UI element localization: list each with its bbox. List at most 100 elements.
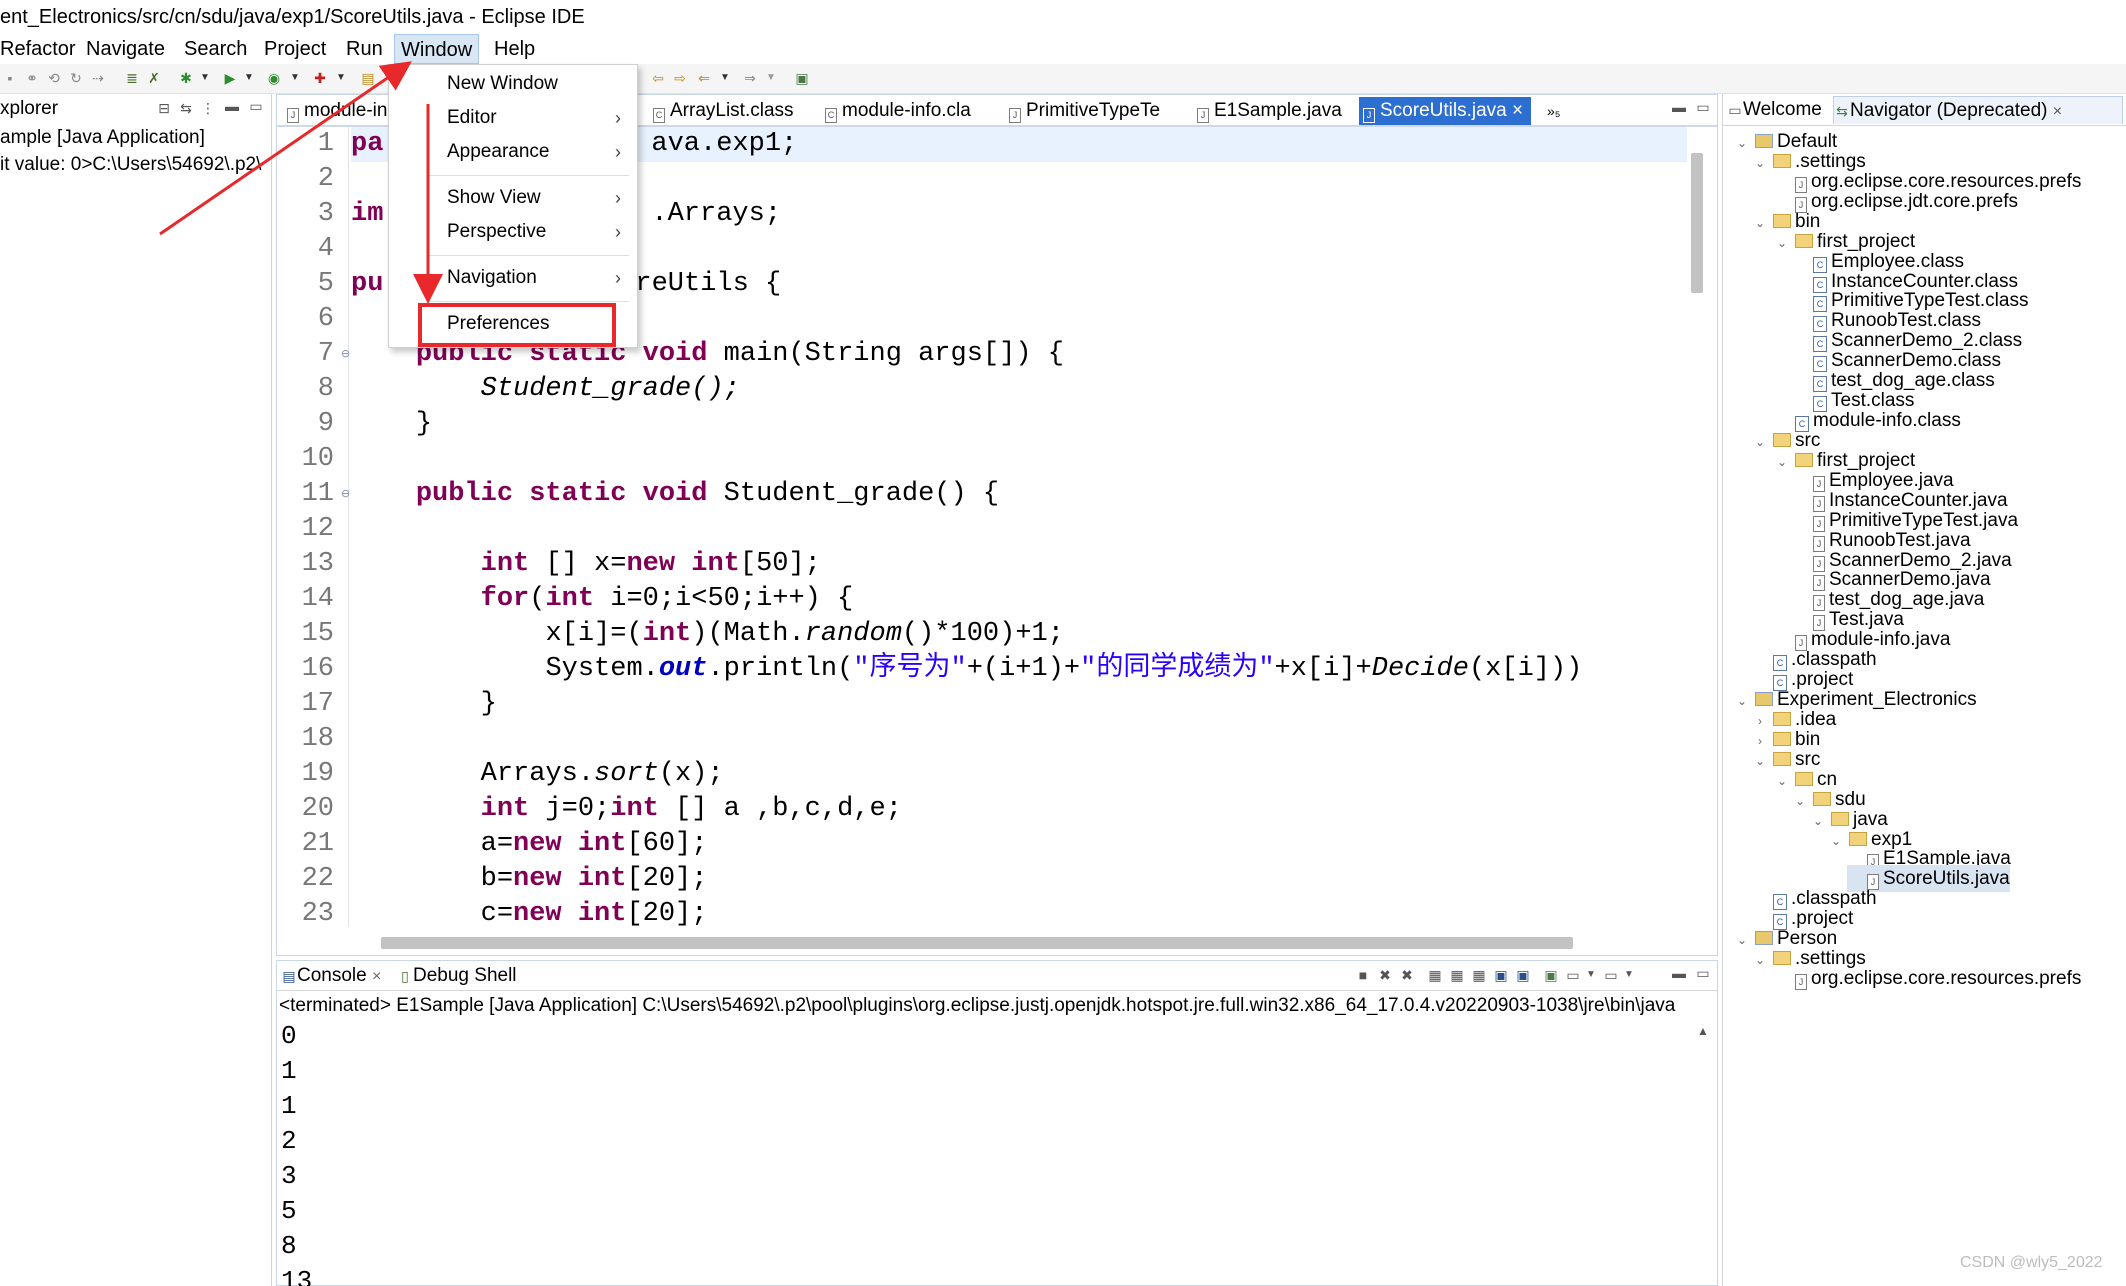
prev-annotation-icon[interactable]: ⇦ (650, 70, 666, 86)
code-line-11: public static void Student_grade() { (351, 477, 999, 512)
tab-module-info-java[interactable]: Jmodule-in (283, 97, 387, 125)
menu-run[interactable]: Run (340, 34, 389, 64)
explorer-row[interactable]: it value: 0>C:\Users\54692\.p2\ (0, 151, 272, 178)
chevron-down-icon[interactable]: ⌄ (1735, 688, 1749, 715)
next-icon[interactable]: ⇢ (90, 70, 106, 86)
tab-arraylist-class[interactable]: C ArrayList.class (649, 97, 819, 125)
chevron-down-icon[interactable]: ⌄ (1735, 927, 1749, 954)
refresh-icon[interactable]: ↻ (68, 70, 84, 86)
menu-window[interactable]: Window (394, 34, 480, 64)
chevron-down-icon[interactable]: ⌄ (1775, 768, 1789, 795)
maximize-icon[interactable]: ▭ (1695, 965, 1711, 981)
run-dropdown-icon[interactable]: ▼ (244, 70, 254, 86)
line-number: 15 (301, 619, 334, 649)
run-icon[interactable]: ▶ (222, 70, 238, 86)
tab-navigator[interactable]: ⇆ Navigator (Deprecated) × (1833, 96, 2123, 124)
chevron-down-icon[interactable]: ⌄ (1753, 748, 1767, 775)
chevron-down-icon[interactable]: ⌄ (1775, 230, 1789, 257)
menu-help[interactable]: Help (488, 34, 541, 64)
chevron-down-icon[interactable]: ⌄ (1811, 808, 1825, 835)
menu-project[interactable]: Project (258, 34, 332, 64)
code-token: } (415, 409, 433, 439)
sync-icon[interactable]: ⟲ (46, 70, 62, 86)
tab-scoreutils[interactable]: J ScoreUtils.java × (1359, 97, 1531, 125)
display-console-dropdown-icon[interactable]: ▼ (1583, 967, 1599, 983)
chevron-down-icon[interactable]: ⌄ (1753, 210, 1767, 237)
close-tab-icon[interactable]: × (372, 968, 381, 985)
chevron-down-icon[interactable]: ⌄ (1753, 947, 1767, 974)
external-tools-dropdown-icon[interactable]: ▼ (336, 70, 346, 86)
tab-e1sample[interactable]: J E1Sample.java (1193, 97, 1345, 125)
chevron-down-icon[interactable]: ⌄ (1775, 449, 1789, 476)
open-type-icon[interactable]: ▤ (360, 70, 376, 86)
chevron-down-icon[interactable]: ⌄ (1753, 429, 1767, 456)
menu-item-show-view[interactable]: Show View › (389, 181, 639, 215)
tab-debug-shell[interactable]: ▯ Debug Shell (397, 961, 516, 991)
close-tab-icon[interactable]: × (1512, 100, 1523, 121)
show-stderr-icon[interactable]: ▣ (1515, 967, 1531, 983)
maximize-icon[interactable]: ▭ (1695, 99, 1711, 115)
menu-search[interactable]: Search (178, 34, 253, 64)
show-stdout-icon[interactable]: ▣ (1493, 967, 1509, 983)
open-console-dropdown-icon[interactable]: ▼ (1621, 967, 1637, 983)
menu-item-navigation[interactable]: Navigation › (389, 261, 639, 295)
back-icon[interactable]: ⇐ (696, 70, 712, 86)
menu-item-new-window[interactable]: New Window (389, 67, 639, 101)
terminate-icon[interactable]: ■ (1355, 967, 1371, 983)
code-token: int (691, 549, 740, 579)
toggle-breakpoints-icon[interactable]: ≣ (124, 70, 140, 86)
pin-console-icon[interactable]: ▣ (1543, 967, 1559, 983)
tab-primitivetypetest[interactable]: J PrimitiveTypeTe (1005, 97, 1185, 125)
debug-icon[interactable]: ✱ (178, 70, 194, 86)
chevron-down-icon[interactable]: ⌄ (1829, 828, 1843, 855)
coverage-dropdown-icon[interactable]: ▼ (290, 70, 300, 86)
display-console-icon[interactable]: ▭ (1565, 967, 1581, 983)
open-perspective-icon[interactable]: ▣ (794, 70, 810, 86)
explorer-row[interactable]: ample [Java Application] (0, 124, 272, 151)
scroll-lock-icon[interactable]: ▦ (1449, 967, 1465, 983)
menu-refactor[interactable]: Refactor (0, 34, 82, 64)
close-tab-icon[interactable]: × (2053, 103, 2062, 120)
clear-console-icon[interactable]: ▦ (1427, 967, 1443, 983)
more-tabs-button[interactable]: »₅ (1543, 97, 1583, 125)
collapse-all-icon[interactable]: ⊟ (156, 100, 172, 116)
menu-item-appearance[interactable]: Appearance › (389, 135, 639, 169)
tab-module-info-class[interactable]: Cmodule-info.cla (821, 97, 1011, 125)
coverage-icon[interactable]: ◉ (266, 70, 282, 86)
vertical-scrollbar-thumb[interactable] (1691, 153, 1703, 293)
next-annotation-icon[interactable]: ⇨ (672, 70, 688, 86)
link-icon[interactable]: ⚭ (24, 70, 40, 86)
minimize-icon[interactable]: ▬ (1671, 965, 1687, 981)
debug-dropdown-icon[interactable]: ▼ (200, 70, 210, 86)
forward-icon[interactable]: ⇒ (742, 70, 758, 86)
menu-item-editor[interactable]: Editor › (389, 101, 639, 135)
fold-toggle-icon[interactable]: ⊖ (341, 347, 350, 360)
word-wrap-icon[interactable]: ▦ (1471, 967, 1487, 983)
horizontal-scrollbar-thumb[interactable] (381, 937, 1573, 949)
chevron-down-icon[interactable]: ⌄ (1793, 788, 1807, 815)
fold-toggle-icon[interactable]: ⊖ (341, 487, 350, 500)
tab-welcome[interactable]: ▭Welcome (1727, 96, 1821, 124)
skip-breakpoints-icon[interactable]: ✗ (146, 70, 162, 86)
link-editor-icon[interactable]: ⇆ (178, 100, 194, 116)
open-console-icon[interactable]: ▭ (1603, 967, 1619, 983)
scroll-up-icon[interactable]: ▲ (1695, 1023, 1711, 1039)
remove-all-icon[interactable]: ✖ (1399, 967, 1415, 983)
minimize-icon[interactable]: ▬ (224, 98, 240, 114)
chevron-down-icon[interactable]: ⌄ (1735, 130, 1749, 157)
save-all-icon[interactable]: ▪ (2, 70, 18, 86)
forward-dropdown-icon[interactable]: ▼ (766, 70, 776, 86)
tree-item[interactable]: Jorg.eclipse.core.resources.prefs (1775, 965, 2081, 992)
tree-item-label: ScoreUtils.java (1883, 868, 2010, 890)
view-menu-icon[interactable]: ⋮ (200, 100, 216, 116)
menu-navigate[interactable]: Navigate (80, 34, 171, 64)
minimize-icon[interactable]: ▬ (1671, 99, 1687, 115)
chevron-down-icon[interactable]: ⌄ (1753, 150, 1767, 177)
menu-item-perspective[interactable]: Perspective › (389, 215, 639, 249)
maximize-icon[interactable]: ▭ (248, 98, 264, 114)
tab-console[interactable]: ▤Console × (281, 961, 381, 991)
remove-launch-icon[interactable]: ✖ (1377, 967, 1393, 983)
external-tools-icon[interactable]: ✚ (312, 70, 328, 86)
code-token: [60]; (626, 829, 708, 859)
back-dropdown-icon[interactable]: ▼ (720, 70, 730, 86)
